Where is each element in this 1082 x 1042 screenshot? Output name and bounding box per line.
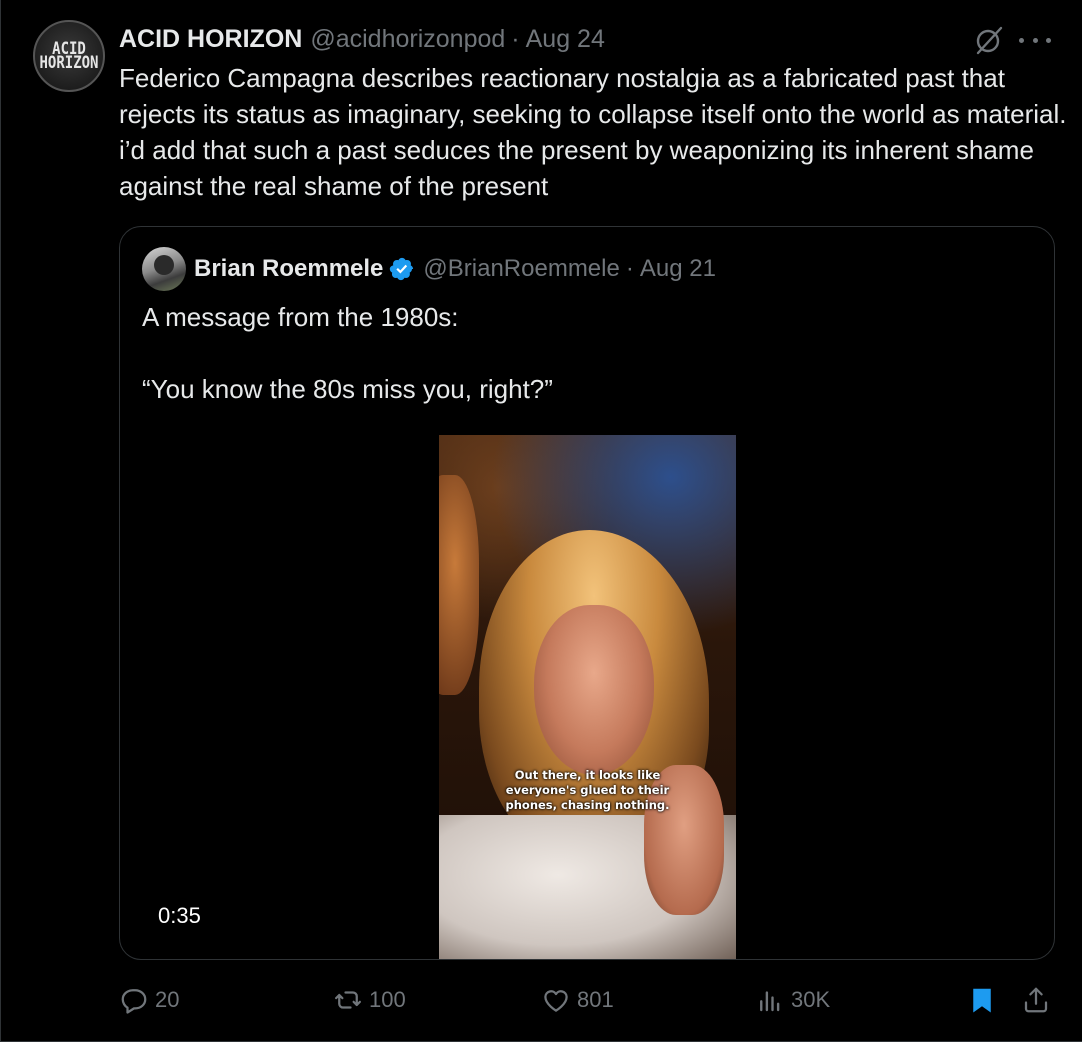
quoted-author-avatar[interactable] [142, 247, 186, 291]
author-avatar[interactable]: ACID HORIZON [33, 20, 105, 92]
views-count: 30K [791, 987, 831, 1012]
views-icon [760, 991, 780, 1012]
action-bar: 20 100 801 30K [119, 980, 1055, 1020]
more-icon[interactable] [1019, 28, 1051, 52]
quoted-tweet-date[interactable]: Aug 21 [640, 255, 716, 283]
video-player[interactable]: Out there, it looks like everyone's glue… [439, 435, 736, 959]
author-handle[interactable]: @acidhorizonpod [310, 25, 505, 54]
views-button[interactable]: 30K [755, 980, 830, 1020]
tweet-date[interactable]: Aug 24 [526, 25, 605, 54]
share-icon [1024, 987, 1048, 1013]
bookmark-button[interactable] [967, 980, 997, 1020]
quoted-text-line-1: A message from the 1980s: [142, 302, 459, 332]
heart-icon [544, 990, 568, 1012]
like-count: 801 [577, 987, 614, 1012]
tweet-header: ACID HORIZON @acidhorizonpod · Aug 24 [119, 22, 605, 56]
bookmark-icon [973, 988, 991, 1013]
quoted-text-line-2: “You know the 80s miss you, right?” [142, 374, 553, 404]
tweet-text: Federico Campagna describes reactionary … [119, 63, 1067, 201]
more-dot [1046, 37, 1051, 43]
video-duration: 0:35 [158, 903, 201, 928]
quoted-author-handle[interactable]: @BrianRoemmele [423, 255, 619, 283]
quoted-tweet[interactable]: Brian Roemmele @BrianRoemmele · Aug 21 A… [119, 226, 1055, 960]
author-display-name[interactable]: ACID HORIZON [119, 25, 302, 54]
reply-button[interactable]: 20 [119, 980, 179, 1020]
repost-count: 100 [369, 987, 406, 1012]
verified-badge-icon [390, 257, 414, 281]
header-separator: · [511, 24, 520, 53]
video-frame-face [534, 605, 654, 775]
more-dot [1032, 37, 1038, 43]
share-button[interactable] [1021, 980, 1051, 1020]
more-dot [1019, 37, 1024, 43]
video-caption-line: everyone's glued to their [505, 783, 670, 797]
reply-count: 20 [155, 987, 180, 1012]
like-button[interactable]: 801 [541, 980, 614, 1020]
quoted-tweet-header: Brian Roemmele @BrianRoemmele · Aug 21 [194, 251, 716, 287]
video-caption-line: phones, chasing nothing. [505, 798, 670, 812]
video-caption: Out there, it looks like everyone's glue… [439, 768, 736, 813]
video-frame-figure [439, 475, 479, 695]
repost-icon [335, 991, 361, 1009]
video-caption-line: Out there, it looks like [514, 768, 661, 782]
grok-icon[interactable] [973, 24, 1005, 56]
repost-button[interactable]: 100 [333, 980, 406, 1020]
quoted-author-name[interactable]: Brian Roemmele [194, 255, 383, 283]
reply-icon [121, 989, 147, 1014]
quoted-header-separator: · [625, 255, 634, 282]
avatar-logo-line-2: HORIZON [39, 53, 99, 73]
tweet-card[interactable]: ACID HORIZON ACID HORIZON @acidhorizonpo… [0, 0, 1082, 1042]
